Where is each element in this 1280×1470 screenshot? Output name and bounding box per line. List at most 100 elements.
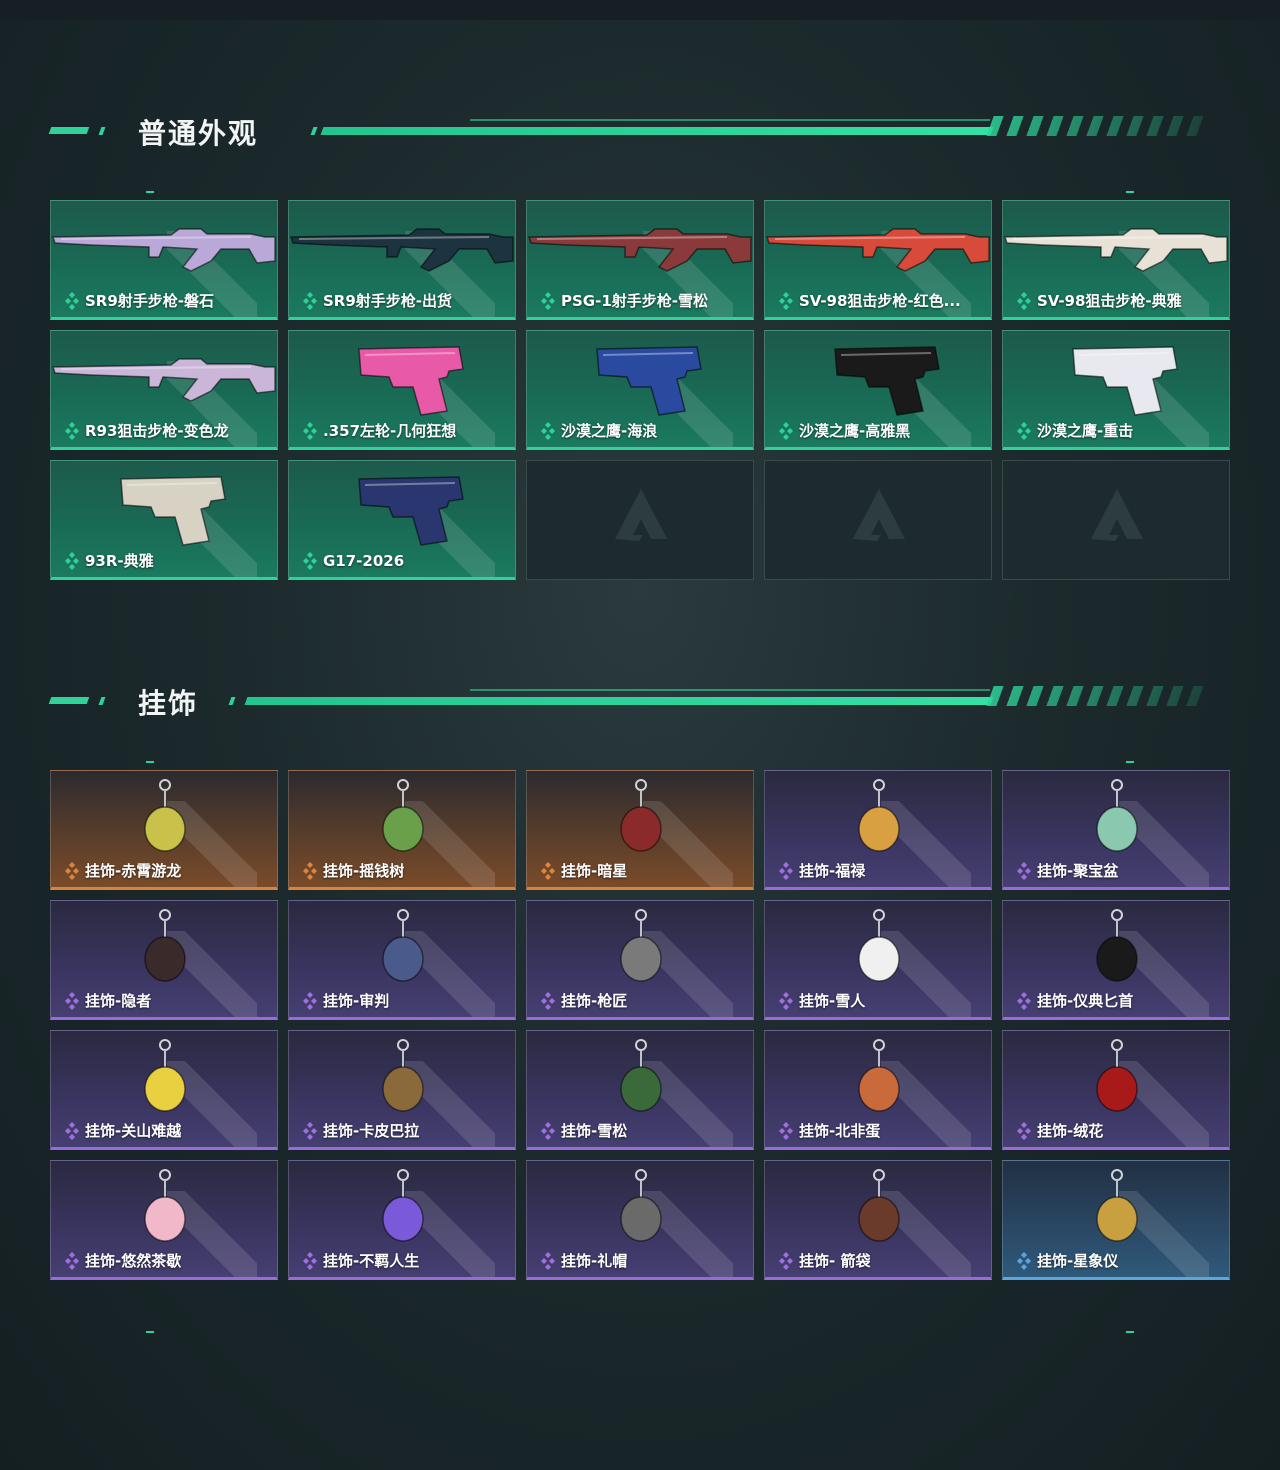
empty-slot xyxy=(764,460,992,580)
item-name: 挂饰-绒花 xyxy=(1037,1122,1104,1140)
diamond-cluster-icon xyxy=(65,421,79,440)
item-name: 挂饰-暗星 xyxy=(561,862,628,880)
logo-triangle-icon xyxy=(1091,489,1143,541)
charm-image xyxy=(144,909,186,982)
diamond-cluster-icon xyxy=(1017,1251,1031,1270)
skin-card[interactable]: SR9射手步枪-磐石 xyxy=(50,200,278,320)
header-bar xyxy=(320,127,994,135)
card-label: 挂饰-星象仪 xyxy=(1017,1250,1118,1271)
diamond-cluster-icon xyxy=(303,291,317,310)
card-label: 挂饰-聚宝盆 xyxy=(1017,860,1118,881)
charm-card[interactable]: 挂饰-雪人 xyxy=(764,900,992,1020)
empty-slot xyxy=(1002,460,1230,580)
rifle-image xyxy=(1003,228,1228,272)
item-name: SV-98狙击步枪-典雅 xyxy=(1037,292,1182,310)
charm-card[interactable]: 挂饰-礼帽 xyxy=(526,1160,754,1280)
diamond-cluster-icon xyxy=(779,1121,793,1140)
skin-card[interactable]: 沙漠之鹰-重击 xyxy=(1002,330,1230,450)
card-label: SV-98狙击步枪-典雅 xyxy=(1017,290,1182,311)
card-label: 沙漠之鹰-高雅黑 xyxy=(779,420,910,441)
skin-card[interactable]: .357左轮-几何狂想 xyxy=(288,330,516,450)
item-name: .357左轮-几何狂想 xyxy=(323,422,457,440)
skin-card[interactable]: PSG-1射手步枪-雪松 xyxy=(526,200,754,320)
skin-card[interactable]: 沙漠之鹰-海浪 xyxy=(526,330,754,450)
charm-card[interactable]: 挂饰-不羁人生 xyxy=(288,1160,516,1280)
header-line xyxy=(470,119,990,121)
charm-image xyxy=(382,779,424,852)
skin-card[interactable]: 沙漠之鹰-高雅黑 xyxy=(764,330,992,450)
card-label: 挂饰-枪匠 xyxy=(541,990,627,1011)
charm-image xyxy=(1096,909,1138,982)
charm-card[interactable]: 挂饰-仪典匕首 xyxy=(1002,900,1230,1020)
header-accent xyxy=(310,127,318,135)
charm-card[interactable]: 挂饰-绒花 xyxy=(1002,1030,1230,1150)
card-label: 挂饰-礼帽 xyxy=(541,1250,627,1271)
diamond-cluster-icon xyxy=(65,551,79,570)
diamond-cluster-icon xyxy=(65,991,79,1010)
diamond-cluster-icon xyxy=(303,991,317,1010)
skin-card[interactable]: G17-2026 xyxy=(288,460,516,580)
diamond-cluster-icon xyxy=(541,291,555,310)
pistol-image xyxy=(358,476,464,546)
diamond-cluster-icon xyxy=(779,1251,793,1270)
card-label: 挂饰-卡皮巴拉 xyxy=(303,1120,419,1141)
diamond-cluster-icon xyxy=(1017,1121,1031,1140)
charm-card[interactable]: 挂饰-聚宝盆 xyxy=(1002,770,1230,890)
item-name: 挂饰-星象仪 xyxy=(1037,1252,1119,1270)
card-label: G17-2026 xyxy=(303,551,404,571)
charm-card[interactable]: 挂饰-星象仪 xyxy=(1002,1160,1230,1280)
item-name: SR9射手步枪-出货 xyxy=(323,292,453,310)
diamond-cluster-icon xyxy=(541,421,555,440)
rifle-image xyxy=(51,228,276,272)
item-name: 挂饰-福禄 xyxy=(799,862,866,880)
rifle-image xyxy=(765,228,990,272)
charm-image xyxy=(858,1169,900,1242)
charm-image xyxy=(858,1039,900,1112)
section-title: 挂饰 xyxy=(138,687,199,720)
diamond-cluster-icon xyxy=(1017,421,1031,440)
skin-card[interactable]: SV-98狙击步枪-典雅 xyxy=(1002,200,1230,320)
card-label: 挂饰-雪松 xyxy=(541,1120,627,1141)
charm-card[interactable]: 挂饰-摇钱树 xyxy=(288,770,516,890)
diamond-cluster-icon xyxy=(779,991,793,1010)
charm-card[interactable]: 挂饰-隐者 xyxy=(50,900,278,1020)
card-label: 93R-典雅 xyxy=(65,550,154,571)
item-name: 挂饰- 箭袋 xyxy=(799,1252,871,1270)
diamond-cluster-icon xyxy=(1017,291,1031,310)
skin-card[interactable]: SR9射手步枪-出货 xyxy=(288,200,516,320)
card-label: 挂饰-审判 xyxy=(303,990,389,1011)
diamond-cluster-icon xyxy=(541,991,555,1010)
charm-card[interactable]: 挂饰-暗星 xyxy=(526,770,754,890)
skin-card[interactable]: 93R-典雅 xyxy=(50,460,278,580)
charm-card[interactable]: 挂饰-悠然茶歇 xyxy=(50,1160,278,1280)
skin-card[interactable]: SV-98狙击步枪-红色... xyxy=(764,200,992,320)
card-label: 挂饰-关山难越 xyxy=(65,1120,181,1141)
charm-card[interactable]: 挂饰-卡皮巴拉 xyxy=(288,1030,516,1150)
pistol-image xyxy=(1072,346,1178,416)
top-strip xyxy=(0,0,1280,20)
item-name: R93狙击步枪-变色龙 xyxy=(85,422,229,440)
charm-card[interactable]: 挂饰-枪匠 xyxy=(526,900,754,1020)
card-label: 挂饰-悠然茶歇 xyxy=(65,1250,181,1271)
charm-card[interactable]: 挂饰-审判 xyxy=(288,900,516,1020)
diamond-cluster-icon xyxy=(303,861,317,880)
charm-card[interactable]: 挂饰-北非蛋 xyxy=(764,1030,992,1150)
item-name: PSG-1射手步枪-雪松 xyxy=(561,292,708,310)
card-label: 挂饰-雪人 xyxy=(779,990,865,1011)
skin-card[interactable]: R93狙击步枪-变色龙 xyxy=(50,330,278,450)
item-name: 挂饰-关山难越 xyxy=(85,1122,182,1140)
charm-card[interactable]: 挂饰-关山难越 xyxy=(50,1030,278,1150)
item-name: 挂饰-悠然茶歇 xyxy=(85,1252,182,1270)
charm-card[interactable]: 挂饰-赤霄游龙 xyxy=(50,770,278,890)
card-label: PSG-1射手步枪-雪松 xyxy=(541,290,708,311)
card-label: 挂饰-绒花 xyxy=(1017,1120,1103,1141)
item-name: 挂饰-北非蛋 xyxy=(799,1122,881,1140)
corner-marker xyxy=(1126,1331,1134,1333)
diamond-cluster-icon xyxy=(65,861,79,880)
diamond-cluster-icon xyxy=(303,552,317,570)
charm-card[interactable]: 挂饰-雪松 xyxy=(526,1030,754,1150)
charm-card[interactable]: 挂饰- 箭袋 xyxy=(764,1160,992,1280)
card-label: 沙漠之鹰-海浪 xyxy=(541,420,657,441)
card-label: R93狙击步枪-变色龙 xyxy=(65,420,229,441)
charm-card[interactable]: 挂饰-福禄 xyxy=(764,770,992,890)
